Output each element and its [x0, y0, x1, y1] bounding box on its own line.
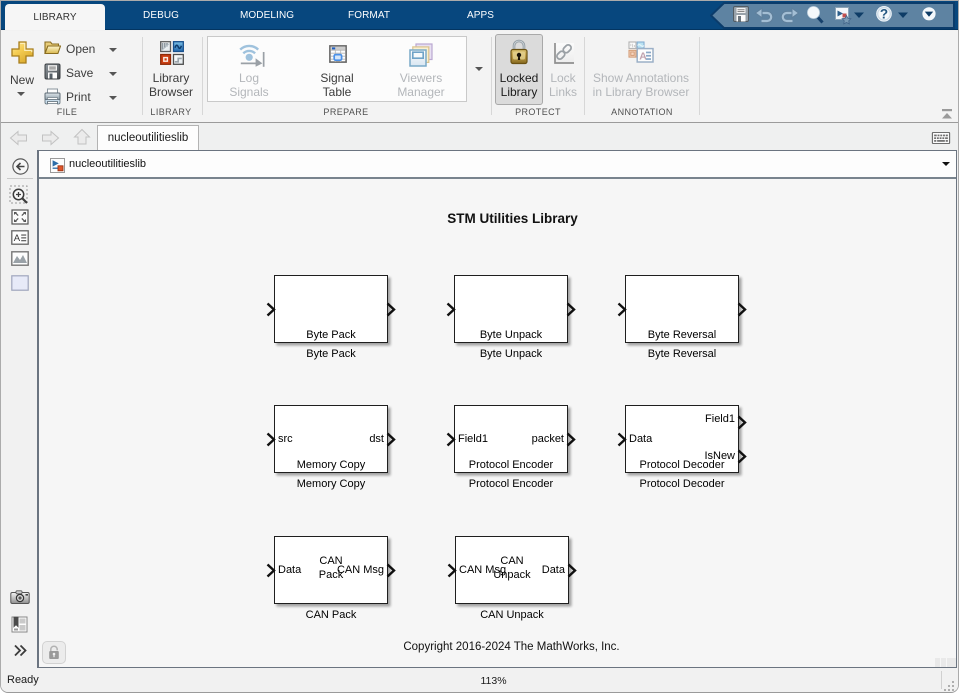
svg-text:A: A [14, 233, 21, 244]
svg-text:?: ? [880, 6, 888, 21]
